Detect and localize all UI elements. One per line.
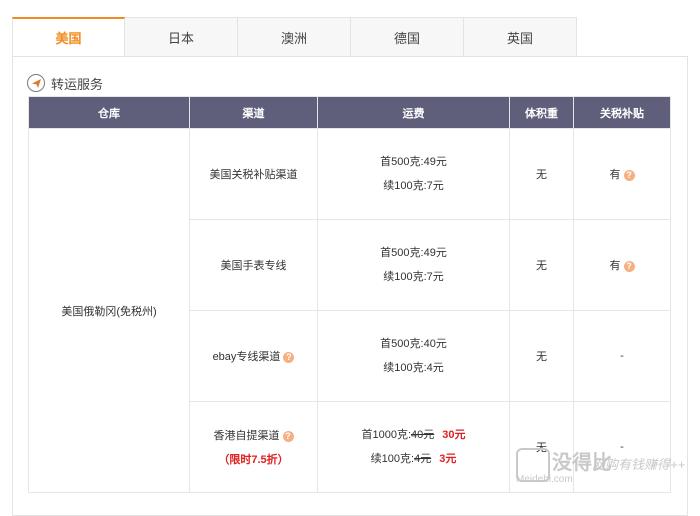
watermark-domain: Meidebi.com — [516, 474, 573, 485]
fee-additional-weight: 续100克:4元 3元 — [318, 447, 509, 471]
original-price: 4元 — [414, 453, 432, 465]
fee-cell: 首500克:40元 续100克:4元 — [317, 310, 510, 402]
channel-cell: 香港自提渠道? （限时7.5折） — [189, 401, 318, 493]
sale-price: 30元 — [442, 429, 466, 441]
fee-label: 首1000克: — [361, 429, 412, 441]
column-header-volume-weight: 体积重 — [509, 96, 574, 129]
watermark: 没得比 Meidebi.com 网购有钱赚得++ — [508, 446, 700, 500]
tax-subsidy-value: 有 — [609, 260, 621, 272]
channel-label: 香港自提渠道 — [213, 430, 280, 442]
fee-cell: 首500克:49元 续100克:7元 — [317, 219, 510, 311]
help-icon[interactable]: ? — [283, 351, 295, 363]
tax-subsidy-cell: - — [573, 310, 671, 402]
table-header-row: 仓库 渠道 运费 体积重 关税补贴 — [28, 96, 671, 129]
sale-price: 3元 — [439, 453, 457, 465]
column-header-channel: 渠道 — [189, 96, 318, 129]
column-header-warehouse: 仓库 — [28, 96, 190, 129]
fee-additional-weight: 续100克:7元 — [383, 180, 444, 192]
tab-uk[interactable]: 英国 — [464, 17, 577, 57]
country-tabs: 美国 日本 澳洲 德国 英国 — [12, 17, 577, 57]
table-row: 美国俄勒冈(免税州) 美国关税补贴渠道 首500克:49元 续100克:7元 无… — [28, 128, 671, 493]
volume-weight-cell: 无 — [509, 219, 574, 311]
volume-weight-cell: 无 — [509, 310, 574, 402]
section-header: 转运服务 — [27, 73, 103, 93]
tab-germany[interactable]: 德国 — [351, 17, 464, 57]
fee-first-weight: 首500克:49元 — [380, 247, 447, 259]
discount-badge: （限时7.5折） — [218, 454, 289, 466]
channel-cell: ebay专线渠道? — [189, 310, 318, 402]
fee-first-weight: 首1000克:40元 30元 — [318, 423, 509, 447]
column-header-tax-subsidy: 关税补贴 — [573, 96, 671, 129]
channel-cell: 美国手表专线 — [189, 219, 318, 311]
fee-first-weight: 首500克:49元 — [380, 156, 447, 168]
warehouse-cell: 美国俄勒冈(免税州) — [28, 128, 190, 493]
tab-japan[interactable]: 日本 — [125, 17, 238, 57]
fee-additional-weight: 续100克:4元 — [383, 362, 444, 374]
help-icon[interactable]: ? — [623, 169, 635, 181]
tax-subsidy-cell: 有? — [573, 128, 671, 220]
watermark-slogan: 网购有钱赚得++ — [592, 457, 686, 472]
original-price: 40元 — [411, 429, 435, 441]
help-icon[interactable]: ? — [623, 260, 635, 272]
page: 美国 日本 澳洲 德国 英国 转运服务 仓库 渠道 运费 体积重 关税补贴 美国… — [0, 0, 700, 516]
channel-cell: 美国关税补贴渠道 — [189, 128, 318, 220]
fee-cell: 首1000克:40元 30元 续100克:4元 3元 — [317, 401, 510, 493]
tab-australia[interactable]: 澳洲 — [238, 17, 351, 57]
channel-label: ebay专线渠道 — [212, 351, 281, 363]
shipping-rates-table: 仓库 渠道 运费 体积重 关税补贴 美国俄勒冈(免税州) 美国关税补贴渠道 首5… — [28, 96, 671, 493]
fee-label: 续100克: — [370, 453, 415, 465]
tax-subsidy-cell: 有? — [573, 219, 671, 311]
section-title: 转运服务 — [51, 76, 104, 92]
paper-plane-icon — [27, 74, 45, 92]
column-header-fee: 运费 — [317, 96, 510, 129]
help-icon[interactable]: ? — [282, 430, 294, 442]
tax-subsidy-value: 有 — [609, 169, 621, 181]
fee-first-weight: 首500克:40元 — [380, 338, 447, 350]
volume-weight-cell: 无 — [509, 128, 574, 220]
fee-additional-weight: 续100克:7元 — [383, 271, 444, 283]
fee-cell: 首500克:49元 续100克:7元 — [317, 128, 510, 220]
tab-usa[interactable]: 美国 — [12, 17, 125, 57]
